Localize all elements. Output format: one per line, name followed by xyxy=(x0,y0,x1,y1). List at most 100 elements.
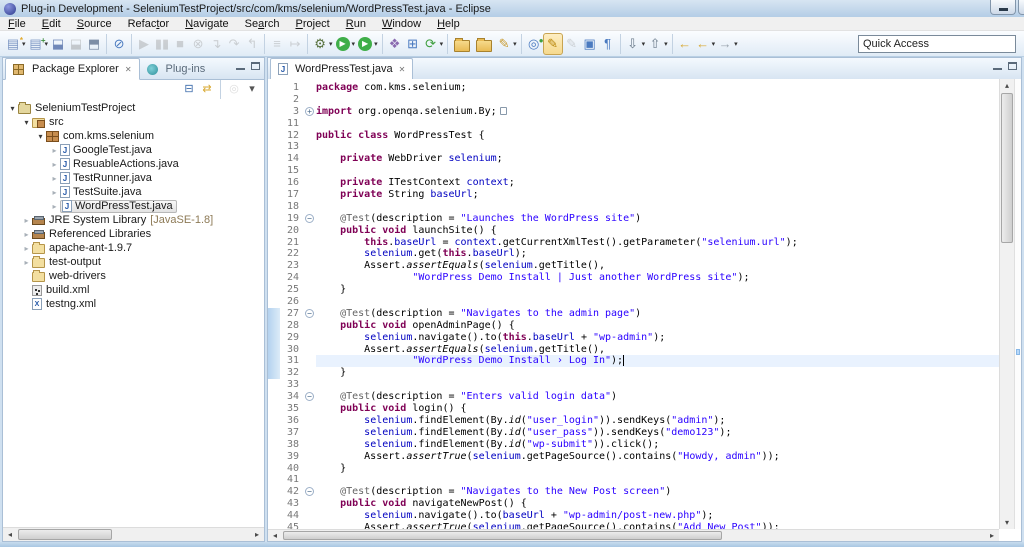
fold-ruler[interactable] xyxy=(303,403,316,415)
fold-collapse-icon[interactable]: − xyxy=(305,214,314,223)
menu-source[interactable]: Source xyxy=(69,17,120,31)
link-with-editor-button[interactable]: ⇄ xyxy=(199,81,215,97)
back-button[interactable]: ←▾ xyxy=(694,33,717,55)
dropdown-arrow-icon[interactable]: ▾ xyxy=(664,40,668,48)
new-plugin-button[interactable]: ❖ xyxy=(386,33,404,55)
menu-refactor[interactable]: Refactor xyxy=(120,17,178,31)
code-line[interactable]: 43 public void navigateNewPost() { xyxy=(268,498,999,510)
editor-vscrollbar[interactable]: ▴ ▾ xyxy=(999,79,1014,529)
fold-ruler[interactable] xyxy=(303,141,316,153)
code-line[interactable]: 11 xyxy=(268,118,999,130)
code-line[interactable]: 26 xyxy=(268,296,999,308)
dropdown-arrow-icon[interactable]: ▾ xyxy=(374,40,378,48)
tree-item-googletest-java[interactable]: ▸GoogleTest.java xyxy=(3,143,264,157)
step-filters-button[interactable]: ↦ xyxy=(286,33,304,55)
code-text[interactable]: @Test(description = "Launches the WordPr… xyxy=(316,213,999,225)
dropdown-arrow-icon[interactable]: ▾ xyxy=(513,40,517,48)
annotation-ruler[interactable] xyxy=(268,130,280,142)
annotation-ruler[interactable] xyxy=(268,391,280,403)
annotation-ruler[interactable] xyxy=(268,510,280,522)
fold-ruler[interactable] xyxy=(303,379,316,391)
annotation-ruler[interactable] xyxy=(268,201,280,213)
code-line[interactable]: 45 Assert.assertTrue(selenium.getPageSou… xyxy=(268,522,999,529)
last-edit-box-button[interactable]: ▣ xyxy=(581,33,599,55)
tree-item-testsuite-java[interactable]: ▸TestSuite.java xyxy=(3,185,264,199)
last-edit-location-button[interactable]: ← xyxy=(676,33,694,55)
code-text[interactable]: private WebDriver selenium; xyxy=(316,153,999,165)
terminate-button[interactable]: ■ xyxy=(171,33,189,55)
code-line[interactable]: 28 public void openAdminPage() { xyxy=(268,320,999,332)
fold-ruler[interactable] xyxy=(303,320,316,332)
code-text[interactable]: } xyxy=(316,284,999,296)
save-button[interactable]: ⬓ xyxy=(49,33,67,55)
code-text[interactable]: selenium.navigate().to(baseUrl + "wp-adm… xyxy=(316,510,999,522)
code-line[interactable]: 36 selenium.findElement(By.id("user_logi… xyxy=(268,415,999,427)
code-text[interactable]: Assert.assertTrue(selenium.getPageSource… xyxy=(316,522,999,529)
expand-arrow-icon[interactable]: ▸ xyxy=(49,146,60,155)
editor-hscrollbar[interactable]: ◂ ▸ xyxy=(268,529,999,541)
profile-button[interactable]: ▶▾ xyxy=(356,33,379,55)
annotation-ruler[interactable] xyxy=(268,498,280,510)
code-line[interactable]: 29 selenium.navigate().to(this.baseUrl +… xyxy=(268,332,999,344)
annotate-button[interactable]: ✎▾ xyxy=(495,33,518,55)
collapse-all-button[interactable]: ⊟ xyxy=(181,81,197,97)
code-text[interactable]: Assert.assertEquals(selenium.getTitle(), xyxy=(316,344,999,356)
title-bar[interactable]: Plug-in Development - SeleniumTestProjec… xyxy=(0,0,1024,17)
annotation-ruler[interactable] xyxy=(268,118,280,130)
annotation-ruler[interactable] xyxy=(268,427,280,439)
code-text[interactable] xyxy=(316,474,999,486)
code-text[interactable] xyxy=(316,165,999,177)
code-text[interactable]: selenium.findElement(By.id("wp-submit"))… xyxy=(316,439,999,451)
skip-breakpoints-button[interactable]: ⊘ xyxy=(110,33,128,55)
code-line[interactable]: 14 private WebDriver selenium; xyxy=(268,153,999,165)
annotation-ruler[interactable] xyxy=(268,415,280,427)
annotation-ruler[interactable] xyxy=(268,474,280,486)
forward-button[interactable]: →▾ xyxy=(716,33,739,55)
dropdown-arrow-icon[interactable]: ▾ xyxy=(642,40,646,48)
dropdown-arrow-icon[interactable]: ▾ xyxy=(352,40,356,48)
scrollbar-thumb[interactable] xyxy=(1001,93,1013,243)
expand-arrow-icon[interactable]: ▸ xyxy=(49,202,60,211)
next-annotation-button[interactable]: ⇩▾ xyxy=(624,33,647,55)
code-text[interactable]: selenium.findElement(By.id("user_login")… xyxy=(316,415,999,427)
fold-ruler[interactable] xyxy=(303,498,316,510)
code-line[interactable]: 34− @Test(description = "Enters valid lo… xyxy=(268,391,999,403)
run-button[interactable]: ▶▾ xyxy=(334,33,357,55)
code-text[interactable]: Assert.assertTrue(selenium.getPageSource… xyxy=(316,451,999,463)
tab-wordpresstest-java[interactable]: WordPressTest.java ✕ xyxy=(270,58,413,80)
plugin-search-button[interactable]: ◎● xyxy=(525,33,543,55)
annotation-ruler[interactable] xyxy=(268,225,280,237)
show-whitespace-button[interactable]: ¶ xyxy=(599,33,617,55)
debug-button[interactable]: ⚙▾ xyxy=(311,33,334,55)
code-line[interactable]: 12public class WordPressTest { xyxy=(268,130,999,142)
code-text[interactable]: public void navigateNewPost() { xyxy=(316,498,999,510)
tree-item-testng-xml[interactable]: testng.xml xyxy=(3,297,264,311)
expand-arrow-icon[interactable]: ▸ xyxy=(21,244,32,253)
code-text[interactable]: @Test(description = "Navigates to the Ne… xyxy=(316,486,999,498)
dropdown-arrow-icon[interactable]: ▾ xyxy=(329,40,333,48)
fold-ruler[interactable] xyxy=(303,367,316,379)
fold-ruler[interactable] xyxy=(303,248,316,260)
fold-ruler[interactable] xyxy=(303,522,316,529)
menu-edit[interactable]: Edit xyxy=(34,17,69,31)
fold-ruler[interactable]: − xyxy=(303,213,316,225)
expand-arrow-icon[interactable]: ▸ xyxy=(21,230,32,239)
fold-ruler[interactable] xyxy=(303,510,316,522)
code-line[interactable]: 38 selenium.findElement(By.id("wp-submit… xyxy=(268,439,999,451)
code-text[interactable]: public void launchSite() { xyxy=(316,225,999,237)
annotation-ruler[interactable] xyxy=(268,522,280,529)
dropdown-arrow-icon[interactable]: ▾ xyxy=(440,40,444,48)
code-line[interactable]: 32 } xyxy=(268,367,999,379)
code-text[interactable]: @Test(description = "Navigates to the ad… xyxy=(316,308,999,320)
annotation-ruler[interactable] xyxy=(268,141,280,153)
tree-item-wordpresstest-java[interactable]: ▸WordPressTest.java xyxy=(3,199,264,213)
annotation-ruler[interactable] xyxy=(268,463,280,475)
fold-collapse-icon[interactable]: − xyxy=(305,487,314,496)
tree-item-jre-system-library[interactable]: ▸JRE System Library[JavaSE-1.8] xyxy=(3,213,264,227)
code-line[interactable]: 42− @Test(description = "Navigates to th… xyxy=(268,486,999,498)
close-icon[interactable]: ✕ xyxy=(125,65,132,74)
tree-item-apache-ant-1-9-7[interactable]: ▸apache-ant-1.9.7 xyxy=(3,241,264,255)
code-line[interactable]: 24 "WordPress Demo Install | Just anothe… xyxy=(268,272,999,284)
fold-ruler[interactable] xyxy=(303,260,316,272)
resume-button[interactable]: ▶ xyxy=(135,33,153,55)
